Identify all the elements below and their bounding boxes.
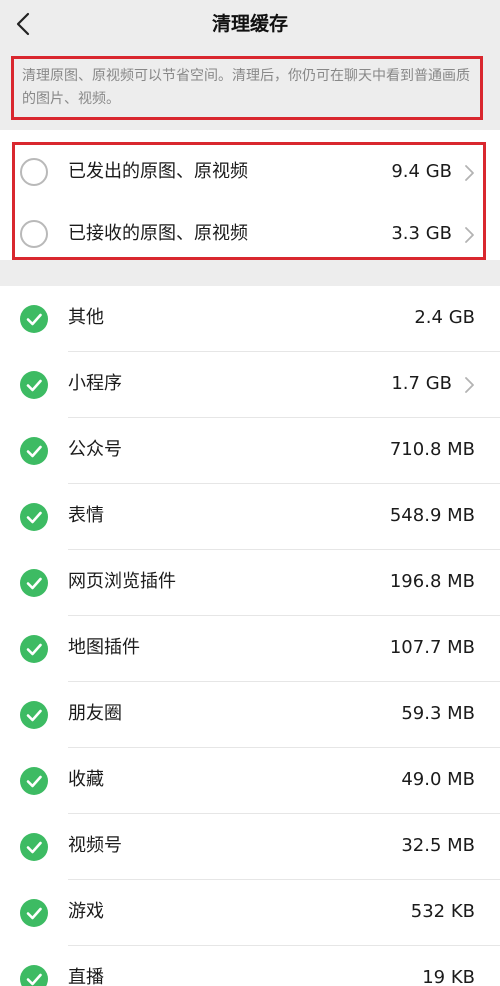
list-item-games[interactable]: 游戏 532 KB	[0, 880, 500, 946]
list-item-map-plugin[interactable]: 地图插件 107.7 MB	[0, 616, 500, 682]
item-size: 59.3 MB	[401, 703, 475, 724]
list-item-web-browser-plugin[interactable]: 网页浏览插件 196.8 MB	[0, 550, 500, 616]
list-item-stickers[interactable]: 表情 548.9 MB	[0, 484, 500, 550]
list-item-sent-originals[interactable]: 已发出的原图、原视频 9.4 GB	[0, 140, 500, 206]
tip-text: 清理原图、原视频可以节省空间。清理后，你仍可在聊天中看到普通画质的图片、视频。	[22, 68, 470, 107]
item-size: 9.4 GB	[391, 161, 452, 182]
checkmark-circle-icon[interactable]	[20, 899, 48, 927]
item-size: 532 KB	[410, 901, 475, 922]
radio-unchecked-icon[interactable]	[20, 220, 48, 248]
item-label: 其他	[68, 307, 104, 328]
item-label: 地图插件	[68, 637, 140, 658]
radio-unchecked-icon[interactable]	[20, 158, 48, 186]
item-label: 已接收的原图、原视频	[68, 223, 248, 244]
item-size: 49.0 MB	[401, 769, 475, 790]
clear-cache-screen: 清理缓存 清理原图、原视频可以节省空间。清理后，你仍可在聊天中看到普通画质的图片…	[0, 0, 500, 986]
checkmark-circle-icon[interactable]	[20, 569, 48, 597]
item-label: 游戏	[68, 901, 104, 922]
checkmark-circle-icon[interactable]	[20, 371, 48, 399]
list-item-live[interactable]: 直播 19 KB	[0, 946, 500, 986]
item-label: 朋友圈	[68, 703, 122, 724]
item-label: 公众号	[68, 439, 122, 460]
item-size: 548.9 MB	[389, 505, 475, 526]
checkmark-circle-icon[interactable]	[20, 833, 48, 861]
checkmark-circle-icon[interactable]	[20, 701, 48, 729]
item-label: 网页浏览插件	[68, 571, 176, 592]
list-item-channels[interactable]: 视频号 32.5 MB	[0, 814, 500, 880]
item-label: 视频号	[68, 835, 122, 856]
item-size: 2.4 GB	[414, 307, 475, 328]
checkmark-circle-icon[interactable]	[20, 965, 48, 986]
tip-highlight-box: 清理原图、原视频可以节省空间。清理后，你仍可在聊天中看到普通画质的图片、视频。	[11, 56, 483, 120]
item-label: 小程序	[68, 373, 122, 394]
navigation-bar: 清理缓存	[0, 0, 500, 50]
chevron-right-icon	[465, 165, 474, 181]
list-item-moments[interactable]: 朋友圈 59.3 MB	[0, 682, 500, 748]
page-title: 清理缓存	[211, 13, 288, 35]
list-item-favorites[interactable]: 收藏 49.0 MB	[0, 748, 500, 814]
item-size: 107.7 MB	[389, 637, 475, 658]
item-size: 3.3 GB	[391, 223, 452, 244]
checkmark-circle-icon[interactable]	[20, 305, 48, 333]
original-media-section: 已发出的原图、原视频 9.4 GB 已接收的原图、原视频 3.3 GB	[0, 136, 500, 268]
checkmark-circle-icon[interactable]	[20, 767, 48, 795]
item-size: 32.5 MB	[401, 835, 475, 856]
item-label: 表情	[68, 505, 104, 526]
item-label: 已发出的原图、原视频	[68, 161, 248, 182]
list-item-received-originals[interactable]: 已接收的原图、原视频 3.3 GB	[0, 202, 500, 268]
checkmark-circle-icon[interactable]	[20, 503, 48, 531]
checkmark-circle-icon[interactable]	[20, 437, 48, 465]
item-size: 196.8 MB	[389, 571, 475, 592]
item-size: 1.7 GB	[391, 373, 452, 394]
item-label: 收藏	[68, 769, 104, 790]
item-size: 710.8 MB	[389, 439, 475, 460]
list-item-official-accounts[interactable]: 公众号 710.8 MB	[0, 418, 500, 484]
chevron-right-icon	[465, 227, 474, 243]
list-item-mini-programs[interactable]: 小程序 1.7 GB	[0, 352, 500, 418]
item-size: 19 KB	[422, 967, 475, 986]
list-item-other[interactable]: 其他 2.4 GB	[0, 286, 500, 352]
item-label: 直播	[68, 967, 104, 986]
section-separator	[0, 260, 500, 286]
checkmark-circle-icon[interactable]	[20, 635, 48, 663]
chevron-right-icon	[465, 377, 474, 393]
